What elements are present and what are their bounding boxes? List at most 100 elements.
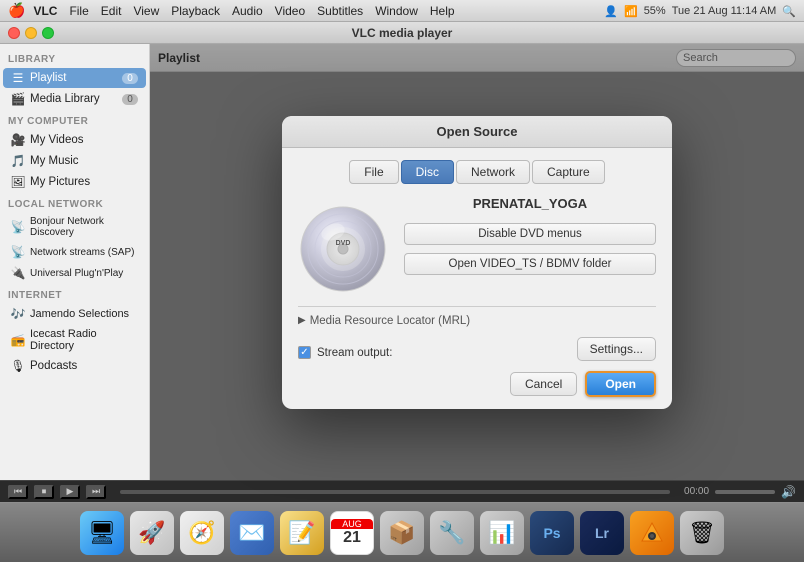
stop-button[interactable]: ⏹ [34,485,54,499]
sidebar-item-jamendo[interactable]: 🎶 Jamendo Selections [3,304,146,324]
dock-item-trash[interactable]: 🗑 [680,511,724,555]
tab-network[interactable]: Network [456,160,530,184]
disc-name: PRENATAL_YOGA [404,196,656,211]
sidebar-label-my-videos: My Videos [30,134,83,146]
stream-output-checkbox[interactable]: ✓ [298,346,311,359]
menu-subtitles[interactable]: Subtitles [317,4,363,18]
stream-output-row: ✓ Stream output: [298,346,392,359]
menubar: 🍎 VLC File Edit View Playback Audio Vide… [0,0,804,22]
dock-item-photoshop[interactable]: Ps [530,511,574,555]
dock-item-vlc[interactable] [630,511,674,555]
tab-file[interactable]: File [349,160,398,184]
play-button[interactable]: ▶ [60,485,80,499]
cancel-button[interactable]: Cancel [510,372,577,396]
sidebar-item-podcasts[interactable]: 🎙 Podcasts [3,356,146,376]
menu-window[interactable]: Window [375,4,418,18]
sidebar-item-my-videos[interactable]: 🎥 My Videos [3,130,146,150]
mrl-arrow-icon: ▶ [298,315,306,326]
mrl-toggle[interactable]: ▶ Media Resource Locator (MRL) [298,315,656,327]
taskbar: ⏮ ⏹ ▶ ⏭ 00:00 🔊 [0,480,804,502]
sidebar-item-network-streams[interactable]: 📡 Network streams (SAP) [3,242,146,262]
menu-edit[interactable]: Edit [101,4,122,18]
menu-file[interactable]: File [69,4,88,18]
dock-item-calendar[interactable]: AUG 21 [330,511,374,555]
dock-item-app3[interactable]: 📊 [480,511,524,555]
sidebar-label-upnp: Universal Plug'n'Play [30,268,123,279]
dock-item-app2[interactable]: 🔧 [430,511,474,555]
sidebar-item-media-library[interactable]: 🎬 Media Library 0 [3,89,146,109]
dialog-footer: Cancel Open [298,371,656,397]
menu-view[interactable]: View [133,4,159,18]
dock-item-notes[interactable]: 📝 [280,511,324,555]
my-videos-icon: 🎥 [11,133,25,147]
sidebar-label-my-music: My Music [30,155,79,167]
dock-item-lightroom[interactable]: Lr [580,511,624,555]
sidebar-label-playlist: Playlist [30,72,66,84]
open-button[interactable]: Open [585,371,656,397]
battery-label: 55% [644,5,666,17]
dock-item-app1[interactable]: 📦 [380,511,424,555]
volume-icon[interactable]: 🔊 [781,485,796,499]
open-folder-button[interactable]: Open VIDEO_TS / BDMV folder [404,253,656,275]
disc-content: DVD PRENATAL_YOGA Disable DVD menus Open… [298,196,656,294]
minimize-button[interactable] [25,27,37,39]
icecast-icon: 📻 [11,333,25,347]
dock-item-finder[interactable]: 🖥 [80,511,124,555]
menubar-right: 👤 📶 55% Tue 21 Aug 11:14 AM 🔍 [604,0,796,22]
volume-slider[interactable] [715,490,775,494]
settings-button[interactable]: Settings... [577,337,656,361]
next-button[interactable]: ⏭ [86,485,106,499]
dock-item-safari[interactable]: 🧭 [180,511,224,555]
sidebar-section-internet: INTERNET [0,284,149,303]
bonjour-icon: 📡 [11,220,25,234]
dock: 🖥 🚀 🧭 ✉️ 📝 AUG 21 📦 🔧 📊 Ps Lr 🗑 [0,502,804,562]
network-streams-icon: 📡 [11,245,25,259]
sidebar-label-jamendo: Jamendo Selections [30,308,129,320]
dock-item-launchpad[interactable]: 🚀 [130,511,174,555]
svg-text:DVD: DVD [336,240,351,247]
dialog-body: File Disc Network Capture [282,148,672,409]
menu-audio[interactable]: Audio [232,4,263,18]
apple-menu-icon[interactable]: 🍎 [8,2,25,19]
dialog-title: Open Source [282,116,672,148]
sidebar-label-my-pictures: My Pictures [30,176,90,188]
sidebar-item-upnp[interactable]: 🔌 Universal Plug'n'Play [3,263,146,283]
sidebar-section-my-computer: MY COMPUTER [0,110,149,129]
close-button[interactable] [8,27,20,39]
open-source-dialog: Open Source File Disc Network Capture [282,116,672,409]
dialog-title-text: Open Source [437,124,518,139]
wifi-icon: 📶 [624,5,638,18]
window-title: VLC media player [352,26,453,40]
playlist-badge: 0 [122,73,138,84]
sidebar-item-my-music[interactable]: 🎵 My Music [3,151,146,171]
menu-vlc[interactable]: VLC [33,4,57,18]
disable-dvd-menus-button[interactable]: Disable DVD menus [404,223,656,245]
menu-video[interactable]: Video [275,4,305,18]
sidebar-item-my-pictures[interactable]: 🖼 My Pictures [3,172,146,192]
sidebar-item-bonjour[interactable]: 📡 Bonjour Network Discovery [3,213,146,241]
menu-help[interactable]: Help [430,4,455,18]
prev-button[interactable]: ⏮ [8,485,28,499]
sidebar-item-icecast[interactable]: 📻 Icecast Radio Directory [3,325,146,355]
dock-item-mail[interactable]: ✉️ [230,511,274,555]
sidebar-label-bonjour: Bonjour Network Discovery [30,216,138,238]
sidebar-label-network-streams: Network streams (SAP) [30,247,134,258]
sidebar-item-playlist[interactable]: ☰ Playlist 0 [3,68,146,88]
content-area: Playlist Open Source File Disc Network C… [150,44,804,480]
datetime-label: Tue 21 Aug 11:14 AM [672,5,777,17]
titlebar: VLC media player [0,22,804,44]
tab-disc[interactable]: Disc [401,160,454,184]
progress-bar[interactable] [120,490,670,494]
menu-playback[interactable]: Playback [171,4,220,18]
tab-capture[interactable]: Capture [532,160,605,184]
tab-bar: File Disc Network Capture [298,160,656,184]
search-menubar-icon[interactable]: 🔍 [782,5,796,18]
maximize-button[interactable] [42,27,54,39]
sidebar: LIBRARY ☰ Playlist 0 🎬 Media Library 0 M… [0,44,150,480]
user-icon: 👤 [604,5,618,18]
media-library-badge: 0 [122,94,138,105]
dvd-disc-image: DVD [298,204,388,294]
stream-output-label: Stream output: [317,347,392,359]
sidebar-section-library: LIBRARY [0,48,149,67]
traffic-lights [8,27,54,39]
